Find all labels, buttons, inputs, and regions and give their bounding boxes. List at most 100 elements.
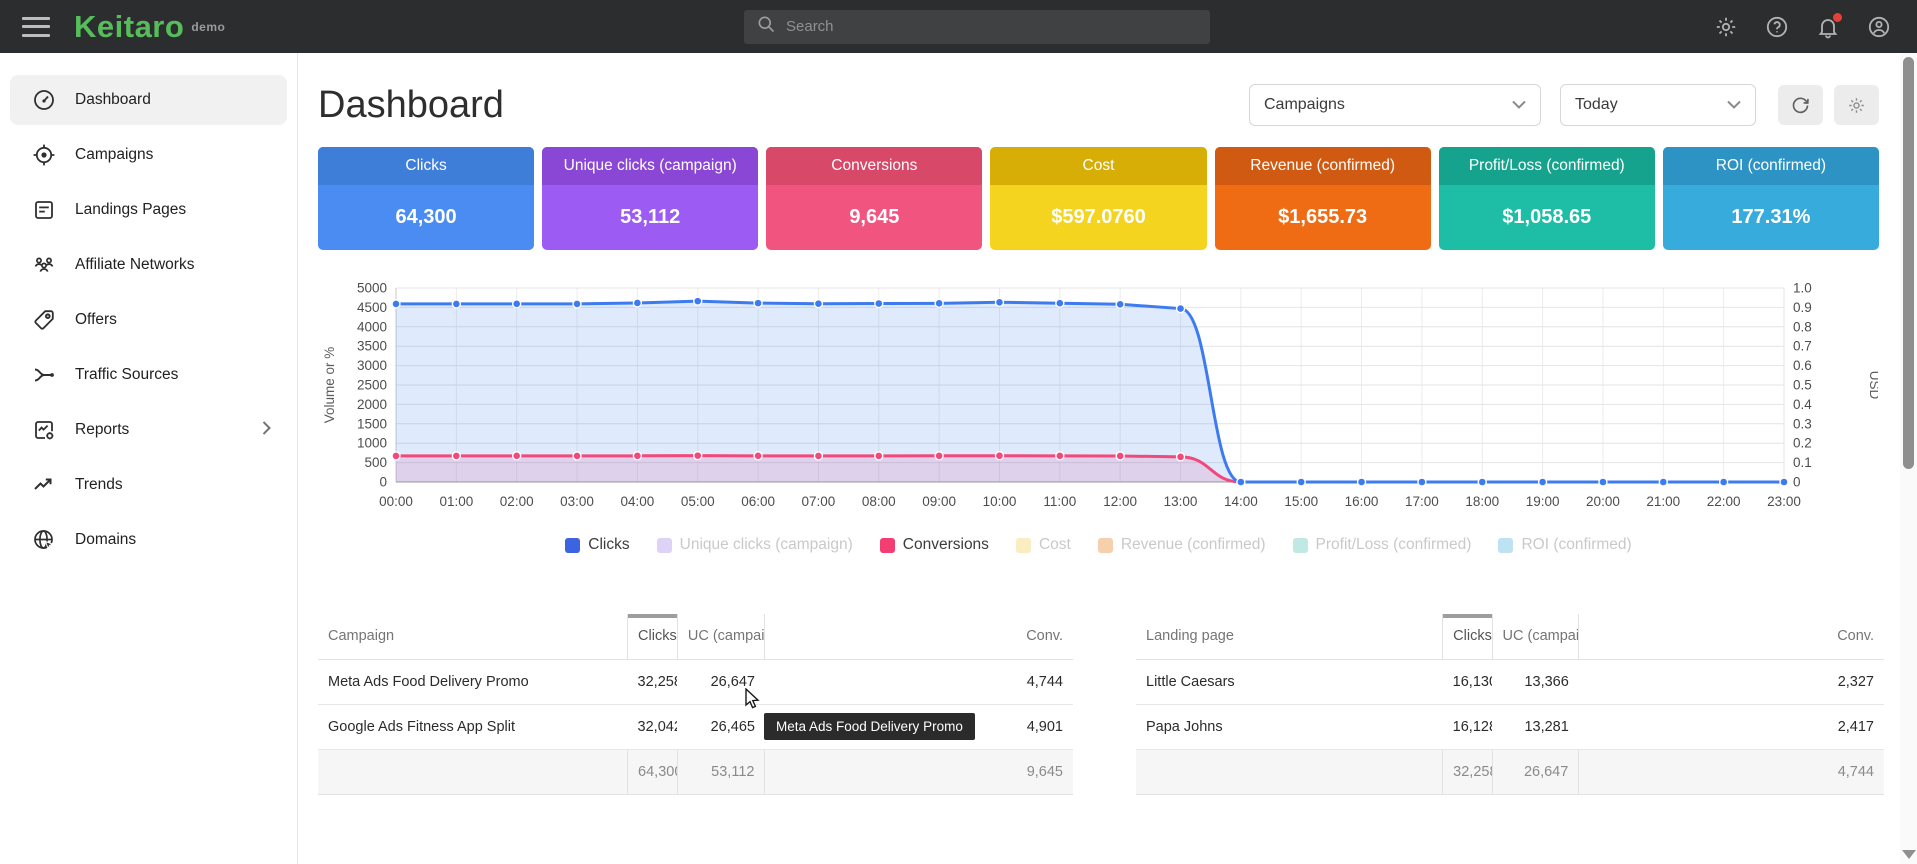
legend-label: Cost [1039,536,1071,554]
sidebar-item-label: Domains [75,531,271,549]
svg-text:0.9: 0.9 [1793,300,1812,315]
row-value-cell: 32,042 [628,704,678,749]
svg-text:03:00: 03:00 [560,494,594,509]
stat-card-value: 9,645 [766,185,982,250]
svg-text:19:00: 19:00 [1526,494,1560,509]
user-avatar-icon[interactable] [1867,15,1891,39]
svg-text:01:00: 01:00 [439,494,473,509]
stat-card-value: 177.31% [1663,185,1879,250]
table-row[interactable]: Papa Johns16,12813,2812,417 [1136,704,1884,749]
legend-label: Profit/Loss (confirmed) [1316,536,1472,554]
sidebar-item-campaigns[interactable]: Campaigns [10,130,287,180]
stat-card-value: $597.0760 [990,185,1206,250]
sidebar-item-domains[interactable]: Domains [10,515,287,565]
chart-canvas[interactable]: 005000.110000.215000.320000.425000.53000… [318,276,1878,522]
page-scrollbar [1900,53,1917,864]
legend-label: Conversions [903,536,989,554]
logo-suffix: demo [191,20,225,34]
svg-text:18:00: 18:00 [1465,494,1499,509]
sidebar-item-traffic-sources[interactable]: Traffic Sources [10,350,287,400]
app-logo[interactable]: Keitarodemo [74,9,225,45]
svg-text:USD: USD [1867,371,1878,400]
notifications-bell-icon[interactable] [1816,15,1840,39]
stat-card-label: Unique clicks (campaign) [542,147,758,185]
date-range-select[interactable]: Today [1560,84,1756,126]
svg-text:5000: 5000 [357,281,387,296]
row-value-cell: 13,366 [1492,659,1579,704]
settings-gear-icon[interactable] [1714,15,1738,39]
svg-text:0.4: 0.4 [1793,397,1812,412]
totals-cell: 64,300 [628,749,678,794]
legend-item-conversions[interactable]: Conversions [880,536,989,554]
legend-swatch [1498,538,1513,553]
legend-item-cost[interactable]: Cost [1016,536,1071,554]
refresh-button[interactable] [1778,85,1823,125]
svg-text:4000: 4000 [357,319,387,334]
sidebar-item-trends[interactable]: Trends [10,460,287,510]
row-value-cell: 26,647 [677,659,765,704]
legend-item-clicks[interactable]: Clicks [565,536,629,554]
svg-text:00:00: 00:00 [379,494,413,509]
stat-card-label: Conversions [766,147,982,185]
stat-card-value: $1,058.65 [1439,185,1655,250]
svg-text:2000: 2000 [357,397,387,412]
sidebar-item-label: Offers [75,311,271,329]
sidebar-item-landings-pages[interactable]: Landings Pages [10,185,287,235]
legend-item-profit-loss-confirmed[interactable]: Profit/Loss (confirmed) [1293,536,1472,554]
dashboard-icon [32,88,56,112]
legend-swatch [565,538,580,553]
legend-item-revenue-confirmed[interactable]: Revenue (confirmed) [1098,536,1266,554]
svg-text:4500: 4500 [357,300,387,315]
column-header-landing-page[interactable]: Landing page [1136,614,1443,659]
totals-cell: 26,647 [1492,749,1579,794]
scroll-down-arrow[interactable] [1902,850,1916,859]
svg-text:0.3: 0.3 [1793,416,1812,431]
svg-text:16:00: 16:00 [1345,494,1379,509]
svg-text:0.1: 0.1 [1793,455,1812,470]
column-header-clicks[interactable]: Clicks [1443,614,1492,659]
chevron-down-icon [1713,96,1741,114]
legend-label: Unique clicks (campaign) [680,536,853,554]
dashboard-settings-button[interactable] [1834,85,1879,125]
row-name-cell: Google Ads Fitness App Split [318,704,628,749]
svg-text:22:00: 22:00 [1707,494,1741,509]
svg-text:1000: 1000 [357,436,387,451]
svg-text:0.8: 0.8 [1793,319,1812,334]
sidebar-item-affiliate-networks[interactable]: Affiliate Networks [10,240,287,290]
svg-text:0.6: 0.6 [1793,358,1812,373]
grouping-select[interactable]: Campaigns [1249,84,1541,126]
column-header-clicks[interactable]: Clicks [628,614,678,659]
scrollbar-thumb[interactable] [1903,57,1914,469]
column-header-uc-campaign[interactable]: UC (campaign) [677,614,765,659]
sidebar-item-dashboard[interactable]: Dashboard [10,75,287,125]
column-header-conv[interactable]: Conv. [1579,614,1884,659]
svg-text:3000: 3000 [357,358,387,373]
menu-icon[interactable] [22,17,50,37]
table-row[interactable]: Little Caesars16,13013,3662,327 [1136,659,1884,704]
global-search[interactable] [744,10,1210,44]
stat-card-conversions: Conversions9,645 [766,147,982,250]
search-input[interactable] [786,18,1198,35]
landing-page-icon [32,198,56,222]
table-row[interactable]: Meta Ads Food Delivery Promo32,25826,647… [318,659,1073,704]
sidebar-item-offers[interactable]: sOffers [10,295,287,345]
svg-text:17:00: 17:00 [1405,494,1439,509]
sidebar-item-reports[interactable]: Reports [10,405,287,455]
svg-text:14:00: 14:00 [1224,494,1258,509]
traffic-chart[interactable]: 005000.110000.215000.320000.425000.53000… [318,276,1879,522]
legend-item-unique-clicks-campaign[interactable]: Unique clicks (campaign) [657,536,853,554]
row-value-cell: 32,258 [628,659,678,704]
column-header-campaign[interactable]: Campaign [318,614,628,659]
stat-card-value: 53,112 [542,185,758,250]
legend-item-roi-confirmed[interactable]: ROI (confirmed) [1498,536,1631,554]
svg-text:04:00: 04:00 [620,494,654,509]
svg-text:1.0: 1.0 [1793,281,1812,296]
help-icon[interactable] [1765,15,1789,39]
chevron-down-icon [1498,96,1526,114]
legend-swatch [657,538,672,553]
stat-card-value: $1,655.73 [1215,185,1431,250]
column-header-conv[interactable]: Conv. [765,614,1073,659]
column-header-uc-campaign[interactable]: UC (campaign) [1492,614,1579,659]
stat-card-label: Cost [990,147,1206,185]
search-icon [756,14,776,39]
